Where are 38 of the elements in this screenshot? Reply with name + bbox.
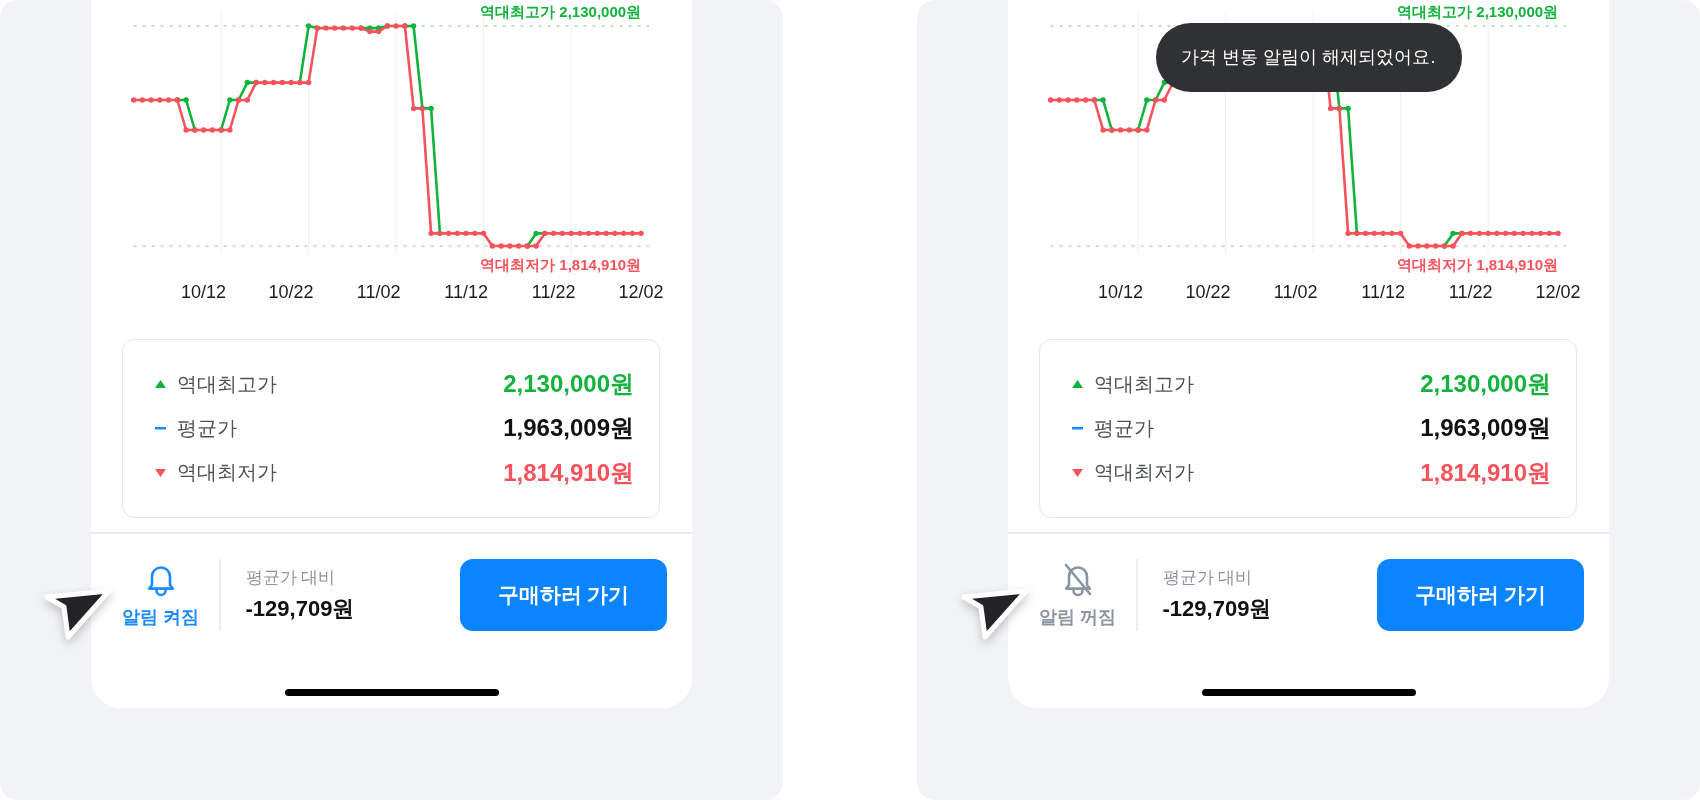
- date-label: 10/22: [268, 282, 314, 302]
- bell-off-icon: [1062, 562, 1093, 597]
- reference-label: 역대최저가 1,814,910원: [1397, 256, 1559, 273]
- price-value: 2,130,000원: [1420, 369, 1551, 400]
- price-value: 1,963,009원: [1420, 413, 1551, 444]
- alarm-toggle[interactable]: 알림 꺼짐: [1039, 562, 1116, 627]
- date-label: 12/02: [618, 282, 664, 302]
- price-label: 역대최고가: [1094, 371, 1194, 397]
- date-label: 12/02: [1535, 282, 1581, 302]
- reference-label: 역대최저가 1,814,910원: [480, 256, 642, 273]
- date-label: 11/12: [1361, 282, 1405, 302]
- date-label: 11/22: [531, 282, 576, 302]
- price-difference: -129,709원: [245, 595, 355, 622]
- comparison-label: 평균가 대비: [1162, 567, 1254, 588]
- price-difference: -129,709원: [1162, 595, 1272, 622]
- reference-label: 역대최고가 2,130,000원: [1397, 3, 1559, 20]
- date-label: 11/02: [1273, 282, 1318, 302]
- price-value: 1,814,910원: [1420, 457, 1551, 488]
- price-value: 1,963,009원: [503, 413, 634, 444]
- alarm-toggle[interactable]: 알림 켜짐: [122, 562, 199, 627]
- date-label: 10/12: [1098, 282, 1144, 302]
- date-label: 11/02: [356, 282, 401, 302]
- price-label: 평균가: [177, 416, 237, 441]
- price-value: 1,814,910원: [503, 457, 634, 488]
- toast-message: 가격 변동 알림이 해제되었어요.: [1155, 23, 1462, 92]
- price-label: 역대최저가: [177, 460, 277, 486]
- buy-button[interactable]: 구매하러 가기: [1377, 558, 1584, 631]
- date-label: 11/22: [1448, 282, 1493, 302]
- date-label: 10/12: [181, 282, 227, 302]
- price-value: 2,130,000원: [503, 369, 634, 400]
- reference-label: 역대최고가 2,130,000원: [480, 3, 642, 20]
- price-label: 역대최저가: [1094, 460, 1194, 486]
- buy-button[interactable]: 구매하러 가기: [460, 558, 667, 631]
- price-label: 평균가: [1094, 416, 1154, 441]
- date-label: 11/12: [444, 282, 488, 302]
- date-label: 10/22: [1185, 282, 1231, 302]
- price-label: 역대최고가: [177, 371, 277, 397]
- comparison-label: 평균가 대비: [245, 567, 337, 588]
